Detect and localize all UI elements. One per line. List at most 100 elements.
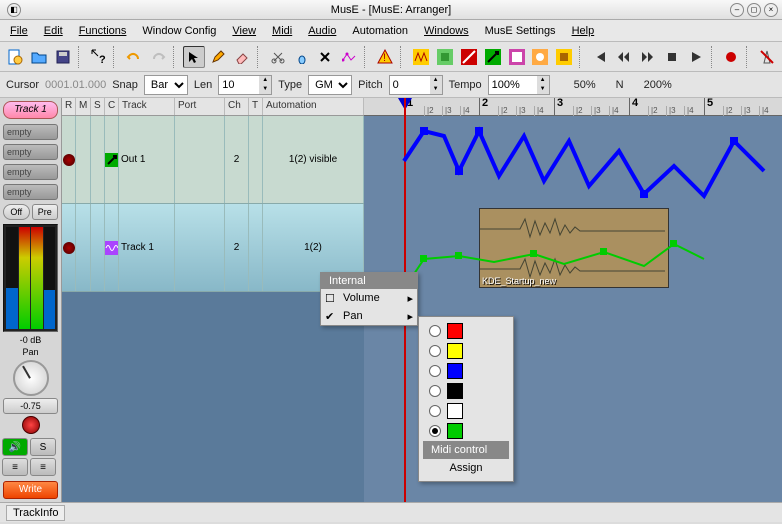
col-t[interactable]: T [249, 98, 263, 115]
track-type-c-icon[interactable] [458, 46, 480, 68]
pan-value[interactable]: -0.75 [3, 398, 58, 414]
record-icon[interactable] [721, 46, 743, 68]
track-row[interactable]: Track 1 2 1(2) [62, 204, 364, 292]
rec-arm-icon[interactable] [22, 416, 40, 434]
track-name[interactable]: Track 1 [119, 204, 175, 291]
app-menu-icon[interactable]: ◧ [7, 3, 21, 17]
pencil-tool-icon[interactable] [207, 46, 229, 68]
track-type-e-icon[interactable] [506, 46, 528, 68]
tempo-input[interactable] [489, 76, 537, 94]
menu-windows[interactable]: Windows [418, 23, 475, 39]
col-ch[interactable]: Ch [225, 98, 249, 115]
cut-tool-icon[interactable] [267, 46, 289, 68]
menu-midi[interactable]: Midi [266, 23, 298, 39]
menu-file[interactable]: File [4, 23, 34, 39]
color-option[interactable] [423, 401, 509, 421]
status-trackinfo[interactable]: TrackInfo [6, 505, 65, 521]
write-button[interactable]: Write [3, 481, 58, 499]
col-s[interactable]: S [91, 98, 105, 115]
track-type-d-icon[interactable] [482, 46, 504, 68]
menu-edit[interactable]: Edit [38, 23, 69, 39]
glue-tool-icon[interactable] [291, 46, 313, 68]
context-menu-automation[interactable]: Internal ☐ Volume ▸ ✔ Pan ▸ [320, 272, 418, 326]
col-port[interactable]: Port [175, 98, 225, 115]
color-option[interactable] [423, 421, 509, 441]
routing-a-icon[interactable]: ≡ [2, 458, 28, 476]
rec-dot-icon[interactable] [63, 242, 75, 254]
ctx-assign[interactable]: Assign [423, 459, 509, 477]
ctx-midi-control[interactable]: Midi control [423, 441, 509, 459]
ruler[interactable]: 1 |2 |3 |4 2 |2 |3 |4 3 |2 |3 |4 4 |2 |3… [364, 98, 782, 116]
panic-icon[interactable]: ! [374, 46, 396, 68]
plugin-slot[interactable]: empty [3, 184, 58, 200]
color-option[interactable] [423, 321, 509, 341]
track-name[interactable]: Out 1 [119, 116, 175, 203]
routing-b-icon[interactable]: ≡ [30, 458, 56, 476]
len-input[interactable] [219, 76, 259, 94]
col-automation[interactable]: Automation [263, 98, 364, 115]
color-option[interactable] [423, 341, 509, 361]
pre-button[interactable]: Pre [32, 204, 59, 220]
automation-curve-track1[interactable] [364, 204, 782, 292]
whatsthis-icon[interactable]: ? [88, 46, 110, 68]
maximize-button[interactable]: ◻ [747, 3, 761, 17]
menu-window-config[interactable]: Window Config [136, 23, 222, 39]
track-type-b-icon[interactable] [434, 46, 456, 68]
new-file-icon[interactable] [4, 46, 26, 68]
plugin-slot[interactable]: empty [3, 124, 58, 140]
rewind-start-icon[interactable] [589, 46, 611, 68]
col-c[interactable]: C [105, 98, 119, 115]
track-ch[interactable]: 2 [225, 116, 249, 203]
track-row[interactable]: Out 1 2 1(2) visible [62, 116, 364, 204]
type-select[interactable]: GM [308, 75, 352, 95]
play-icon[interactable] [685, 46, 707, 68]
mute-icon[interactable]: 🔊 [2, 438, 28, 456]
pitch-input[interactable] [390, 76, 430, 94]
automation-tool-icon[interactable] [338, 46, 360, 68]
track-ch[interactable]: 2 [225, 204, 249, 291]
zoom-n[interactable]: N [616, 79, 624, 91]
stop-icon[interactable] [661, 46, 683, 68]
color-option[interactable] [423, 361, 509, 381]
len-spinbox[interactable]: ▲▼ [218, 75, 272, 95]
save-file-icon[interactable] [52, 46, 74, 68]
pitch-spinbox[interactable]: ▲▼ [389, 75, 443, 95]
tempo-spinbox[interactable]: ▲▼ [488, 75, 550, 95]
forward-icon[interactable] [637, 46, 659, 68]
menu-view[interactable]: View [226, 23, 262, 39]
track-type-f-icon[interactable] [529, 46, 551, 68]
menu-muse-settings[interactable]: MusE Settings [479, 23, 562, 39]
track-type-g-icon[interactable] [553, 46, 575, 68]
ctx-item-pan[interactable]: ✔ Pan ▸ [321, 307, 417, 325]
plugin-slot[interactable]: empty [3, 164, 58, 180]
off-button[interactable]: Off [3, 204, 30, 220]
menu-audio[interactable]: Audio [302, 23, 342, 39]
mute-tool-icon[interactable] [315, 46, 337, 68]
undo-icon[interactable] [123, 46, 145, 68]
eraser-tool-icon[interactable] [231, 46, 253, 68]
snap-select[interactable]: Bar [144, 75, 188, 95]
automation-curve-out[interactable] [364, 116, 782, 204]
menu-functions[interactable]: Functions [73, 23, 133, 39]
track-type-a-icon[interactable] [410, 46, 432, 68]
open-file-icon[interactable] [28, 46, 50, 68]
col-track[interactable]: Track [119, 98, 175, 115]
redo-icon[interactable] [147, 46, 169, 68]
col-r[interactable]: R [62, 98, 76, 115]
zoom-200[interactable]: 200% [644, 79, 672, 91]
rec-dot-icon[interactable] [63, 154, 75, 166]
metronome-off-icon[interactable] [756, 46, 778, 68]
track-automation[interactable]: 1(2) visible [263, 116, 364, 203]
rewind-icon[interactable] [613, 46, 635, 68]
minimize-button[interactable]: – [730, 3, 744, 17]
plugin-slot[interactable]: empty [3, 144, 58, 160]
ctx-item-volume[interactable]: ☐ Volume ▸ [321, 289, 417, 307]
pointer-tool-icon[interactable] [183, 46, 205, 68]
zoom-50[interactable]: 50% [574, 79, 596, 91]
color-option[interactable] [423, 381, 509, 401]
pan-knob[interactable] [13, 360, 49, 396]
trackinfo-header[interactable]: Track 1 [3, 101, 58, 119]
close-button[interactable]: × [764, 3, 778, 17]
menu-help[interactable]: Help [566, 23, 601, 39]
solo-icon[interactable]: S [30, 438, 56, 456]
